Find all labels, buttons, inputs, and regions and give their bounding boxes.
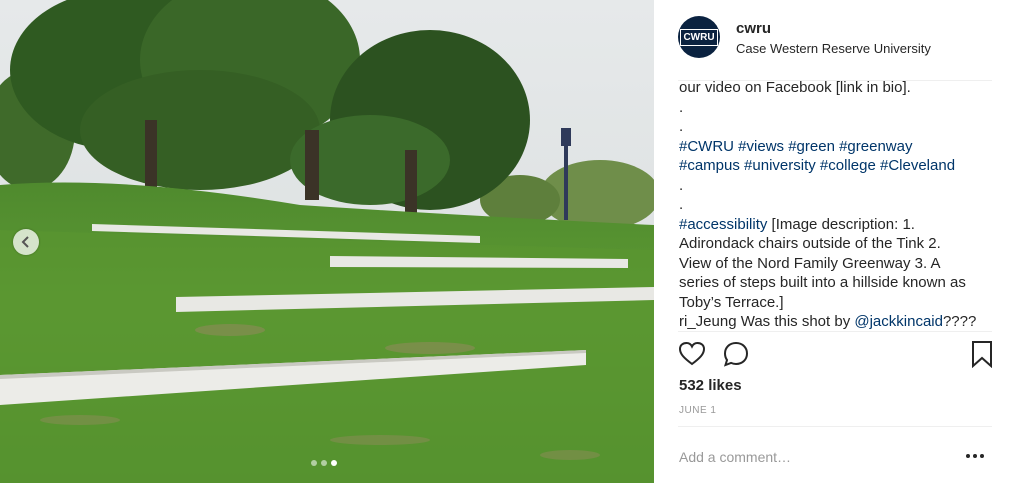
caption-line: View of the Nord Family Greenway 3. A xyxy=(679,254,999,274)
caption-text: Adirondack chairs outside of the Tink 2. xyxy=(679,235,941,252)
caption-line: ri_Jeung Was this shot by @jackkincaid??… xyxy=(679,312,999,330)
hashtag-link[interactable]: @jackkincaid xyxy=(854,313,943,330)
hashtag-link[interactable]: #campus xyxy=(679,157,740,174)
carousel-indicator xyxy=(311,460,337,466)
caption-line: . xyxy=(679,195,999,215)
caption-line: #CWRU #views #green #greenway xyxy=(679,137,999,157)
avatar-logo-text: CWRU xyxy=(680,28,718,46)
carousel-dot xyxy=(321,460,327,466)
caption-text: ???? xyxy=(942,313,977,330)
caption-line: #campus #university #college #Cleveland xyxy=(679,156,999,176)
caption-text: . xyxy=(679,176,684,194)
caption-comments: our video on Facebook [link in bio]... #C… xyxy=(679,78,999,330)
post-date[interactable]: JUNE 1 xyxy=(679,405,716,416)
action-bar xyxy=(678,340,998,370)
terrace-photo xyxy=(0,0,654,483)
hashtag-link[interactable]: #college xyxy=(820,157,876,174)
caption-line: #accessibility [Image description: 1. xyxy=(679,215,999,235)
chevron-left-icon xyxy=(21,236,29,248)
carousel-dot xyxy=(311,460,317,466)
caption-text: . xyxy=(679,196,684,213)
hashtag-link[interactable]: #accessibility xyxy=(679,216,767,233)
caption-text: series of steps built into a hillside kn… xyxy=(679,274,966,291)
caption-text: Toby’s Terrace.] xyxy=(679,293,784,311)
comment-bubble-icon[interactable] xyxy=(722,340,750,368)
caption-text: ri_Jeung xyxy=(679,313,737,330)
bookmark-icon[interactable] xyxy=(968,340,996,368)
location-link[interactable]: Case Western Reserve University xyxy=(736,41,931,56)
caption-line: our video on Facebook [link in bio]. xyxy=(679,78,999,98)
caption-line: series of steps built into a hillside kn… xyxy=(679,273,999,293)
username-link[interactable]: cwru xyxy=(736,20,771,37)
avatar[interactable]: CWRU xyxy=(678,16,720,58)
hashtag-link[interactable]: #CWRU xyxy=(679,138,734,155)
caption-text: View of the Nord Family Greenway 3. A xyxy=(679,254,941,272)
divider xyxy=(678,331,992,332)
divider xyxy=(678,426,992,427)
caption-line: . xyxy=(679,176,999,196)
hashtag-link[interactable]: #university xyxy=(744,157,816,174)
hashtag-link[interactable]: #greenway xyxy=(839,138,912,155)
comment-input[interactable] xyxy=(679,446,939,468)
caption-line: . xyxy=(679,98,999,118)
more-options-icon[interactable] xyxy=(966,448,988,464)
caption-line: Toby’s Terrace.] xyxy=(679,293,999,313)
post-header: CWRU cwru Case Western Reserve Universit… xyxy=(678,16,998,76)
carousel-dot-active xyxy=(331,460,337,466)
caption-text: . xyxy=(679,98,684,116)
caption-line: Adirondack chairs outside of the Tink 2. xyxy=(679,234,999,254)
previous-photo-button[interactable] xyxy=(13,229,39,255)
post-photo[interactable] xyxy=(0,0,654,483)
hashtag-link[interactable]: #Cleveland xyxy=(880,157,955,174)
caption-text: . xyxy=(679,118,684,135)
caption-text: our video on Facebook [link in bio]. xyxy=(679,79,911,96)
hashtag-link[interactable]: #views xyxy=(738,138,784,155)
like-count[interactable]: 532 likes xyxy=(679,377,742,394)
caption-text: [Image description: 1. xyxy=(767,215,915,233)
post-sidebar: CWRU cwru Case Western Reserve Universit… xyxy=(654,0,1013,483)
caption-line: . xyxy=(679,117,999,137)
hashtag-link[interactable]: #green xyxy=(788,138,835,155)
heart-icon[interactable] xyxy=(678,340,706,368)
caption-text: Was this shot by xyxy=(736,313,855,330)
